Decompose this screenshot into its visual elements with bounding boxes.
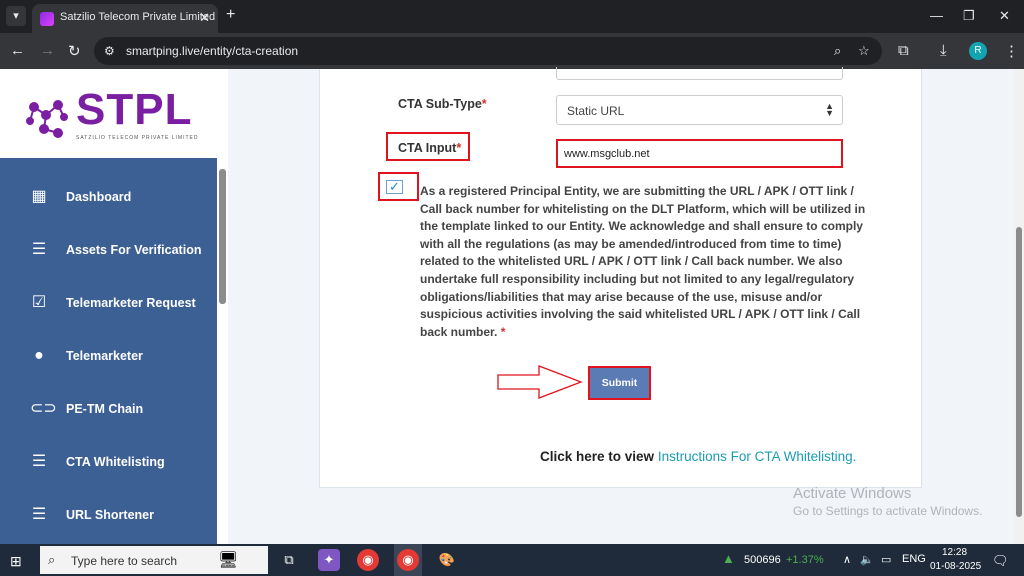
cta-subtype-value: Static URL — [567, 104, 625, 118]
main-content: CTA Sub-Type* Static URL ▲ ▼ CTA Input* w… — [228, 67, 1014, 544]
sidebar-item-label: Dashboard — [66, 190, 132, 204]
person-icon: ● — [34, 347, 44, 364]
new-tab-icon[interactable]: + — [226, 6, 235, 24]
instructions-line: Click here to view Instructions For CTA … — [540, 449, 856, 464]
search-icon: ⌕ — [48, 552, 56, 567]
windows-taskbar: ⊞ ⌕ Type here to search 🖥 ⧉ ✦ ◉ ◉ 🎨 ▲ 50… — [0, 544, 1024, 576]
browser-tab[interactable]: Satzilio Telecom Private Limited ✕ — [32, 4, 218, 33]
logo-text: STPL — [76, 85, 193, 134]
sidebar-item-telemarketer[interactable]: ● Telemarketer — [0, 330, 217, 383]
paint-icon[interactable]: 🎨 — [436, 549, 458, 571]
sidebar-item-label: URL Shortener — [66, 508, 154, 522]
consent-text: As a registered Principal Entity, we are… — [420, 184, 866, 339]
speaker-icon[interactable]: 🔈 — [860, 553, 874, 566]
list-icon: ☰ — [31, 241, 47, 258]
copilot-icon[interactable]: ✦ — [318, 549, 340, 571]
tab-search-menu-icon[interactable]: ▾ — [6, 6, 26, 26]
taskbar-search-box[interactable]: ⌕ Type here to search 🖥 — [40, 546, 268, 574]
restore-icon[interactable]: ❐ — [963, 8, 975, 24]
site-info-icon[interactable]: ⚙ — [104, 44, 115, 58]
activate-windows-hint: Go to Settings to activate Windows. — [793, 504, 983, 518]
sidebar-scrollbar[interactable] — [219, 169, 226, 304]
stock-value[interactable]: 500696 — [744, 554, 781, 566]
stock-trend-icon: ▲ — [722, 551, 735, 566]
cta-input-label: CTA Input* — [398, 141, 462, 155]
sidebar-item-label: PE-TM Chain — [66, 402, 144, 416]
chrome-icon[interactable]: ◉ — [357, 549, 379, 571]
extensions-icon[interactable]: ⧉ — [898, 42, 909, 59]
link-icon: ⊂⊃ — [30, 400, 57, 417]
sidebar: STPL SATZILIO TELECOM PRIVATE LIMITED ▦ … — [0, 69, 228, 544]
forward-icon[interactable]: → — [40, 42, 55, 59]
sidebar-item-url-shortener[interactable]: ☰ URL Shortener — [0, 489, 217, 542]
task-view-icon[interactable]: ⧉ — [278, 549, 300, 571]
more-menu-icon[interactable]: ⋮ — [1004, 42, 1019, 60]
windows-start-icon[interactable]: ⊞ — [10, 553, 22, 570]
cta-input-field[interactable]: www.msgclub.net — [556, 139, 843, 168]
instructions-link[interactable]: Instructions For CTA Whitelisting. — [658, 449, 857, 464]
clock-date[interactable]: 01-08-2025 — [930, 561, 981, 572]
notification-icon[interactable]: 🗨 — [992, 553, 1009, 569]
zoom-icon[interactable]: ⌕ — [834, 43, 841, 59]
clock-time[interactable]: 12:28 — [942, 547, 967, 558]
consent-checkbox[interactable]: ✓ — [386, 180, 403, 194]
download-icon[interactable]: ⤓ — [940, 42, 947, 59]
cta-form-card: CTA Sub-Type* Static URL ▲ ▼ CTA Input* w… — [319, 67, 922, 488]
chrome-profile-icon[interactable]: ◉ — [397, 549, 419, 571]
select-arrows-icon: ▲ ▼ — [825, 101, 834, 118]
stock-change[interactable]: +1.37% — [786, 554, 824, 566]
show-hidden-icons-icon[interactable]: ∧ — [843, 553, 851, 566]
stpl-logo[interactable]: STPL SATZILIO TELECOM PRIVATE LIMITED — [24, 83, 214, 153]
site-favicon-icon — [40, 12, 54, 26]
bookmark-star-icon[interactable]: ☆ — [858, 43, 870, 59]
cta-subtype-select[interactable]: Static URL ▲ ▼ — [556, 95, 843, 125]
list-icon: ☰ — [31, 506, 47, 523]
page-scrollbar[interactable] — [1014, 69, 1024, 544]
sidebar-item-dashboard[interactable]: ▦ Dashboard — [0, 171, 217, 224]
sidebar-item-label: Telemarketer Request — [66, 296, 196, 310]
cta-input-value[interactable]: www.msgclub.net — [564, 148, 650, 160]
tab-title: Satzilio Telecom Private Limited — [60, 11, 216, 23]
sidebar-item-label: CTA Whitelisting — [66, 455, 165, 469]
profile-avatar[interactable]: R — [969, 42, 987, 60]
battery-icon[interactable]: ▭ — [881, 553, 891, 566]
minimize-icon[interactable]: — — [930, 8, 943, 23]
activate-windows-title: Activate Windows — [793, 485, 912, 502]
sidebar-item-label: Telemarketer — [66, 349, 143, 363]
sidebar-item-cta-whitelisting[interactable]: ☰ CTA Whitelisting — [0, 436, 217, 489]
sidebar-item-pe-tm-chain[interactable]: ⊂⊃ PE-TM Chain — [0, 383, 217, 436]
browser-toolbar: ← → ↻ ⚙ smartping.live/entity/cta-creati… — [0, 33, 1024, 69]
cta-subtype-label: CTA Sub-Type* — [398, 97, 487, 111]
reload-icon[interactable]: ↻ — [68, 42, 81, 60]
sidebar-item-label: Assets For Verification — [66, 243, 202, 257]
logo-subtitle: SATZILIO TELECOM PRIVATE LIMITED — [76, 135, 199, 141]
sidebar-item-assets-for-verification[interactable]: ☰ Assets For Verification — [0, 224, 217, 277]
back-icon[interactable]: ← — [10, 42, 25, 59]
sidebar-item-telemarketer-request[interactable]: ☑ Telemarketer Request — [0, 277, 217, 330]
instructions-prefix: Click here to view — [540, 449, 655, 464]
submit-button[interactable]: Submit — [588, 366, 651, 400]
clipboard-check-icon: ☑ — [31, 294, 47, 311]
search-highlight-icon[interactable]: 🖥 — [218, 550, 238, 570]
url-text[interactable]: smartping.live/entity/cta-creation — [126, 44, 298, 58]
close-tab-icon[interactable]: ✕ — [199, 10, 210, 26]
language-indicator[interactable]: ENG — [902, 553, 926, 565]
sidebar-nav: ▦ Dashboard ☰ Assets For Verification ☑ … — [0, 158, 217, 544]
browser-tab-bar: ▾ Satzilio Telecom Private Limited ✕ + —… — [0, 0, 1024, 33]
page-scrollbar-thumb[interactable] — [1016, 227, 1022, 517]
taskbar-search-placeholder: Type here to search — [71, 554, 178, 568]
cta-type-select[interactable] — [556, 67, 843, 80]
dashboard-icon: ▦ — [31, 188, 47, 205]
close-window-icon[interactable]: ✕ — [999, 8, 1010, 24]
logo-molecule-icon — [26, 100, 68, 138]
list-icon: ☰ — [31, 453, 47, 470]
pointer-arrow-icon — [497, 365, 583, 399]
address-bar[interactable]: ⚙ smartping.live/entity/cta-creation ⌕ ☆ — [94, 37, 882, 65]
